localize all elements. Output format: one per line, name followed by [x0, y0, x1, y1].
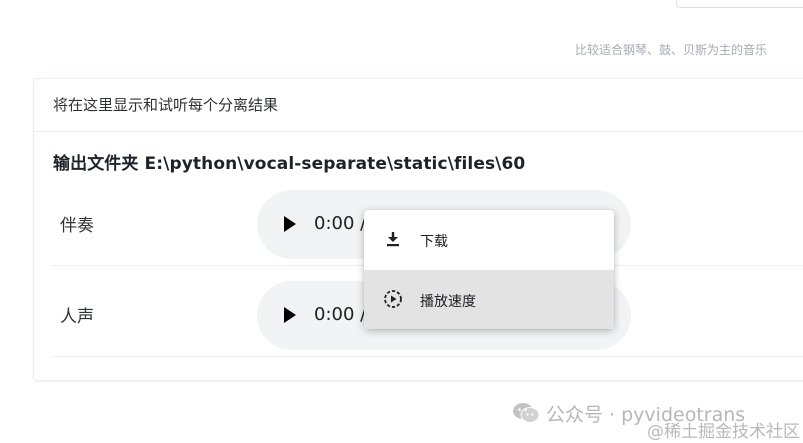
menu-item-label: 下载: [420, 234, 448, 250]
top-select-box[interactable]: [676, 0, 803, 8]
output-folder-path: 输出文件夹 E:\python\vocal-separate\static\fi…: [53, 154, 526, 174]
juejin-watermark: @稀土掘金技术社区: [647, 422, 800, 442]
time-display: 0:00 /: [314, 213, 367, 234]
menu-item-download[interactable]: 下载: [364, 210, 614, 269]
download-icon: [387, 232, 399, 247]
playback-speed-icon: [384, 290, 402, 308]
card-header-text: 将在这里显示和试听每个分离结果: [53, 96, 279, 114]
hint-text: 比较适合钢琴、鼓、贝斯为主的音乐: [575, 43, 768, 57]
menu-item-playback-speed[interactable]: 播放速度: [364, 270, 614, 329]
wechat-icon: [513, 403, 540, 423]
menu-item-label: 播放速度: [420, 294, 476, 310]
track-label: 伴奏: [60, 216, 94, 236]
time-display: 0:00 /: [314, 304, 367, 325]
track-label: 人声: [60, 307, 94, 327]
play-icon[interactable]: [284, 307, 296, 323]
audio-context-menu: 下载 播放速度: [364, 210, 614, 329]
play-icon[interactable]: [284, 216, 296, 232]
card-header: 将在这里显示和试听每个分离结果: [34, 79, 803, 132]
